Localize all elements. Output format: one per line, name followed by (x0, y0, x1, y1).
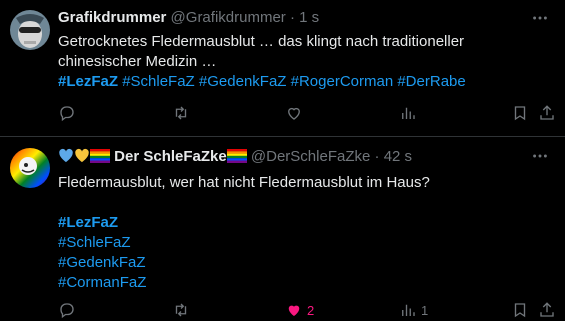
bookmark-button[interactable] (511, 300, 529, 320)
like-icon (288, 107, 300, 120)
blue-heart-icon (58, 148, 74, 167)
rainbow-flag-icon (90, 149, 110, 167)
share-icon (540, 302, 554, 317)
hashtag-link[interactable]: #SchleFaZ (122, 73, 195, 90)
hashtag-link[interactable]: #GedenkFaZ (58, 253, 548, 273)
share-button[interactable] (538, 300, 556, 320)
more-icon[interactable] (530, 8, 550, 28)
avatar[interactable] (10, 148, 50, 188)
views-button[interactable] (399, 103, 417, 123)
bookmark-icon (514, 106, 526, 121)
author-handle[interactable]: @DerSchleFaZke (251, 148, 370, 165)
reply-button[interactable] (58, 103, 76, 123)
views-icon (402, 107, 415, 119)
tweet-text-line: chinesischer Medizin … (58, 53, 217, 70)
retweet-icon (175, 106, 187, 120)
like-button[interactable] (285, 103, 303, 123)
views-count: 1 (421, 302, 429, 318)
timestamp[interactable]: 42 s (384, 148, 412, 165)
tweet-header: Der SchleFaZke @DerSchleFaZke · 42 s (58, 148, 412, 167)
author-name[interactable]: Der SchleFaZke (114, 148, 227, 165)
action-bar: 2 1 (58, 300, 558, 320)
retweet-button[interactable] (172, 103, 190, 123)
avatar-image (10, 10, 50, 50)
share-button[interactable] (538, 103, 556, 123)
tweet-text-line: Fledermausblut, wer hat nicht Fledermaus… (58, 174, 430, 191)
tweet-text-line: Getrocknetes Fledermausblut … das klingt… (58, 33, 465, 50)
reply-icon (60, 303, 74, 319)
hashtag-link[interactable]: #CormanFaZ (58, 273, 548, 293)
retweet-icon (175, 303, 187, 317)
hashtag-link[interactable]: #LezFaZ (58, 73, 118, 90)
separator-dot: · (374, 148, 380, 165)
hashtag-link[interactable]: #GedenkFaZ (199, 73, 287, 90)
share-icon (540, 105, 554, 120)
reply-icon (60, 106, 74, 122)
retweet-button[interactable] (172, 300, 190, 320)
author-handle[interactable]: @Grafikdrummer (171, 9, 286, 26)
like-icon (288, 305, 300, 316)
tweet-header: Grafikdrummer @Grafikdrummer · 1 s (58, 9, 319, 26)
author-name[interactable]: Grafikdrummer (58, 9, 166, 26)
bookmark-icon (514, 303, 526, 318)
tweet-1[interactable]: Grafikdrummer @Grafikdrummer · 1 s Getro… (0, 0, 565, 137)
yellow-heart-icon (74, 148, 90, 167)
reply-button[interactable] (58, 300, 76, 320)
like-count: 2 (307, 302, 315, 318)
views-icon (402, 304, 415, 316)
hashtag-link[interactable]: #LezFaZ (58, 213, 548, 233)
hashtag-row: #LezFaZ #SchleFaZ #GedenkFaZ #RogerCorma… (58, 72, 548, 92)
tweet-text: Fledermausblut, wer hat nicht Fledermaus… (58, 173, 548, 293)
timestamp[interactable]: 1 s (299, 9, 319, 26)
more-icon[interactable] (530, 146, 550, 166)
hashtag-link[interactable]: #RogerCorman (291, 73, 394, 90)
avatar-image (10, 148, 50, 188)
hashtag-link[interactable]: #SchleFaZ (58, 233, 548, 253)
tweet-text: Getrocknetes Fledermausblut … das klingt… (58, 32, 548, 92)
like-button[interactable]: 2 (285, 300, 314, 320)
avatar[interactable] (10, 10, 50, 50)
action-bar (58, 103, 558, 123)
hashtag-link[interactable]: #DerRabe (397, 73, 465, 90)
views-button[interactable]: 1 (399, 300, 428, 320)
bookmark-button[interactable] (511, 103, 529, 123)
rainbow-flag-icon (226, 149, 247, 167)
separator-dot: · (289, 9, 295, 26)
